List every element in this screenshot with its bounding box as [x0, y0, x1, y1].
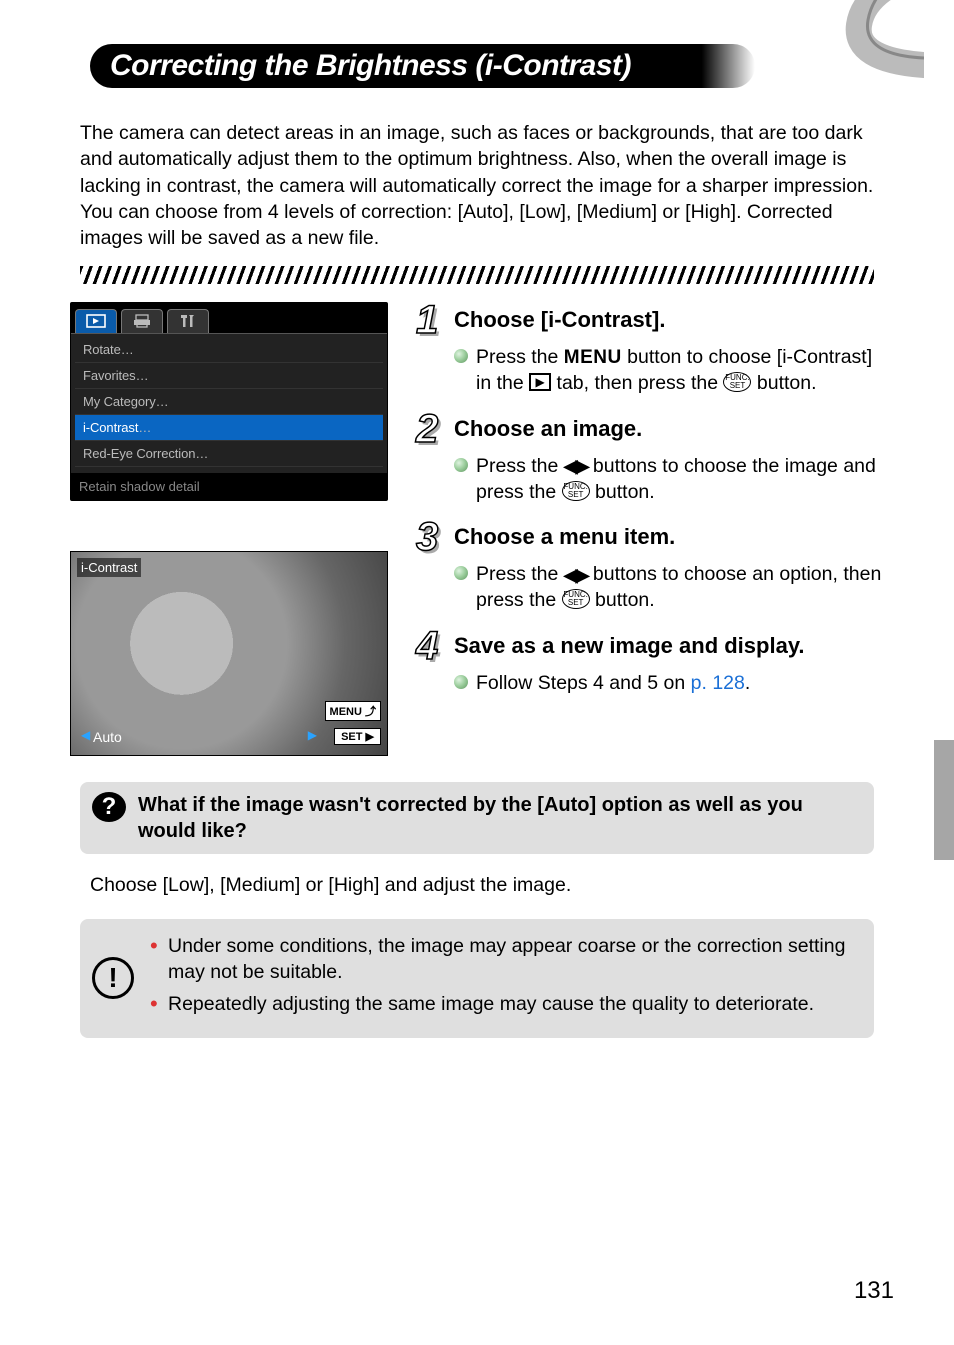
caution-box: ! Under some conditions, the image may a… — [80, 919, 874, 1038]
menu-item: Rotate — [75, 337, 383, 363]
intro-paragraph: The camera can detect areas in an image,… — [80, 120, 874, 252]
page-title-banner: Correcting the Brightness (i-Contrast) — [0, 40, 954, 100]
menu-item: Favorites — [75, 363, 383, 389]
step-title: Save as a new image and display. — [454, 633, 805, 659]
bullet-dot-icon — [454, 349, 468, 363]
step-bullet: Follow Steps 4 and 5 on p. 128. — [454, 670, 884, 696]
qa-question: What if the image wasn't corrected by th… — [138, 792, 858, 844]
left-right-arrows-icon: ◀▶ — [564, 454, 588, 478]
preview-top-label: i-Contrast — [77, 558, 141, 577]
step-number: 3 — [416, 519, 448, 555]
step-bullet: Press the ◀▶ buttons to choose the image… — [454, 453, 884, 506]
question-mark-icon: ? — [92, 792, 126, 822]
step: 2Choose an image. Press the ◀▶ buttons to… — [416, 411, 884, 506]
menu-item: My Category — [75, 389, 383, 415]
step-title: Choose an image. — [454, 416, 642, 442]
step-number: 2 — [416, 411, 448, 447]
playback-icon: ▶ — [529, 373, 551, 391]
page-title: Correcting the Brightness (i-Contrast) — [90, 40, 904, 88]
step-number: 4 — [416, 628, 448, 664]
caution-icon: ! — [92, 957, 134, 999]
menu-item: Red-Eye Correction — [75, 441, 383, 467]
step-title: Choose a menu item. — [454, 524, 675, 550]
menu-button-glyph: MENU — [564, 345, 622, 371]
step: 4Save as a new image and display. Follow … — [416, 628, 884, 696]
menu-item: i-Contrast — [75, 415, 383, 441]
step: 1Choose [i-Contrast]. Press the MENU butt… — [416, 302, 884, 397]
tab-tools-icon — [167, 309, 209, 333]
tab-playback-icon — [75, 309, 117, 333]
page-link[interactable]: p. 128 — [691, 672, 745, 694]
caution-item: Repeatedly adjusting the same image may … — [150, 991, 856, 1017]
left-right-arrows-icon: ◀▶ — [564, 563, 588, 587]
corner-set-button-label: SET ▶ — [334, 728, 381, 745]
bullet-dot-icon — [454, 675, 468, 689]
func-set-icon: FUNC.SET — [723, 372, 751, 392]
caution-item: Under some conditions, the image may app… — [150, 933, 856, 986]
menu-screenshot: RotateFavoritesMy Categoryi-ContrastRed-… — [70, 302, 388, 501]
caution-list: Under some conditions, the image may app… — [150, 933, 856, 1024]
menu-footer: Retain shadow detail — [71, 473, 387, 500]
preview-screenshot: i-Contrast ◀ Auto ▶ MENU ⤴ SET ▶ — [70, 551, 388, 756]
qa-answer: Choose [Low], [Medium] or [High] and adj… — [90, 874, 864, 897]
side-thumb-tab — [934, 740, 954, 860]
step-bullet: Press the ◀▶ buttons to choose an option… — [454, 561, 884, 614]
tab-print-icon — [121, 309, 163, 333]
left-triangle-icon: ◀ — [81, 728, 90, 742]
right-triangle-icon: ▶ — [308, 728, 317, 742]
step: 3Choose a menu item. Press the ◀▶ buttons… — [416, 519, 884, 614]
menu-list: RotateFavoritesMy Categoryi-ContrastRed-… — [71, 333, 387, 473]
step-number: 1 — [416, 302, 448, 338]
corner-menu-button-label: MENU ⤴ — [325, 701, 381, 721]
qa-box: ? What if the image wasn't corrected by … — [80, 782, 874, 854]
section-divider — [80, 266, 874, 284]
func-set-icon: FUNC.SET — [562, 481, 590, 501]
page-number: 131 — [854, 1277, 894, 1305]
func-set-icon: FUNC.SET — [562, 589, 590, 609]
step-title: Choose [i-Contrast]. — [454, 307, 665, 333]
step-bullet: Press the MENU button to choose [i-Contr… — [454, 344, 884, 397]
bullet-dot-icon — [454, 566, 468, 580]
preview-value: Auto — [93, 729, 122, 745]
steps-column: 1Choose [i-Contrast]. Press the MENU butt… — [388, 302, 884, 756]
bullet-dot-icon — [454, 458, 468, 472]
